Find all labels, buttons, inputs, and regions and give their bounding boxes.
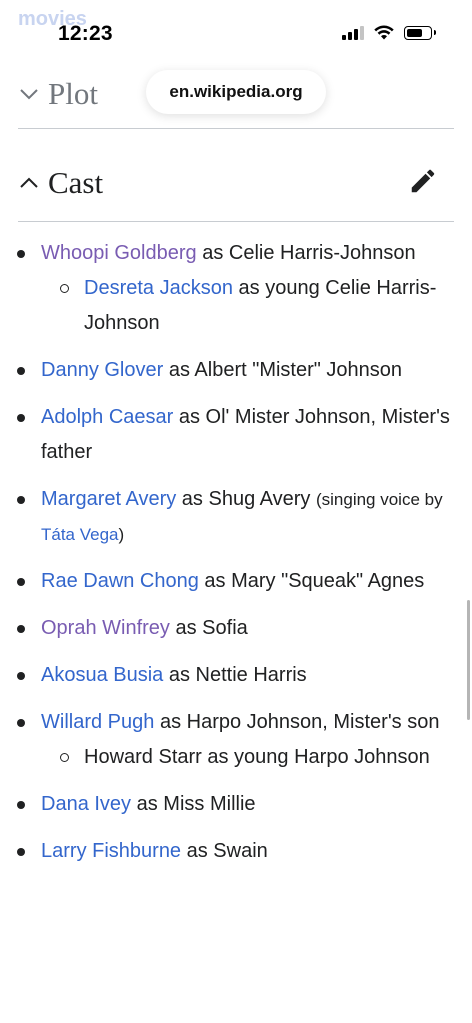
actor-link[interactable]: Rae Dawn Chong (41, 570, 199, 592)
actor-link[interactable]: Margaret Avery (41, 488, 176, 510)
status-time: 12:23 (58, 22, 113, 45)
cast-list-item: Oprah Winfrey as Sofia (0, 611, 472, 646)
edit-pencil-icon[interactable] (408, 166, 438, 196)
battery-level-fill (407, 28, 422, 37)
section-cast-title: Cast (48, 165, 104, 200)
role-text: as Harpo Johnson, Mister's son (154, 711, 440, 733)
actor-link[interactable]: Dana Ivey (41, 793, 131, 815)
cellular-signal-icon (342, 25, 364, 40)
chevron-down-icon (20, 89, 38, 100)
actor-link[interactable]: Oprah Winfrey (41, 617, 170, 639)
cast-list-item: Larry Fishburne as Swain (0, 834, 472, 869)
cast-list-item: Danny Glover as Albert "Mister" Johnson (0, 353, 472, 388)
note-text: ) (118, 525, 125, 544)
chevron-up-icon (20, 177, 38, 188)
cast-list-item: Dana Ivey as Miss Millie (0, 787, 472, 822)
cast-list-item: Rae Dawn Chong as Mary "Squeak" Agnes (0, 564, 472, 599)
status-bar: 12:23 (0, 0, 472, 62)
singer-link[interactable]: Táta Vega (41, 525, 119, 544)
divider (18, 128, 454, 129)
section-plot-title: Plot (48, 76, 98, 111)
actor-link[interactable]: Adolph Caesar (41, 406, 173, 428)
actor-link[interactable]: Whoopi Goldberg (41, 242, 197, 264)
url-bar[interactable]: en.wikipedia.org (146, 70, 326, 114)
note-text: (singing voice by (315, 490, 443, 509)
role-text: as Sofia (169, 617, 248, 639)
sub-list-item: Howard Starr as young Harpo Johnson (41, 740, 454, 775)
battery-icon (404, 25, 436, 40)
role-text: as Swain (181, 840, 268, 862)
actor-link[interactable]: Danny Glover (41, 359, 163, 381)
status-icons (342, 25, 436, 40)
role-text: as Celie Harris-Johnson (196, 242, 416, 264)
role-text: as Shug Avery (176, 488, 316, 510)
cast-list-item: Akosua Busia as Nettie Harris (0, 658, 472, 693)
scrollbar[interactable] (467, 600, 470, 720)
actor-link[interactable]: Willard Pugh (41, 711, 154, 733)
role-text: Howard Starr as young Harpo Johnson (84, 746, 430, 768)
role-text: as Albert "Mister" Johnson (163, 359, 403, 381)
cast-list-item: Adolph Caesar as Ol' Mister Johnson, Mis… (0, 400, 472, 470)
cast-list-item: Whoopi Goldberg as Celie Harris-Johnson D… (0, 236, 472, 341)
role-text: as Nettie Harris (163, 664, 307, 686)
section-cast-header[interactable]: Cast (18, 158, 454, 208)
divider (18, 221, 454, 222)
sub-list: Desreta Jackson as young Celie Harris-Jo… (41, 271, 454, 341)
role-text: as Miss Millie (131, 793, 256, 815)
wifi-icon (374, 25, 394, 40)
cast-list-item: Willard Pugh as Harpo Johnson, Mister's … (0, 705, 472, 775)
sub-list: Howard Starr as young Harpo Johnson (41, 740, 454, 775)
actor-link[interactable]: Larry Fishburne (41, 840, 181, 862)
cast-list-item: Margaret Avery as Shug Avery (singing vo… (0, 482, 472, 552)
actor-link[interactable]: Desreta Jackson (84, 277, 233, 299)
cast-list: Whoopi Goldberg as Celie Harris-Johnson D… (0, 236, 472, 881)
actor-link[interactable]: Akosua Busia (41, 664, 163, 686)
role-text: as Mary "Squeak" Agnes (198, 570, 425, 592)
sub-list-item: Desreta Jackson as young Celie Harris-Jo… (41, 271, 454, 341)
